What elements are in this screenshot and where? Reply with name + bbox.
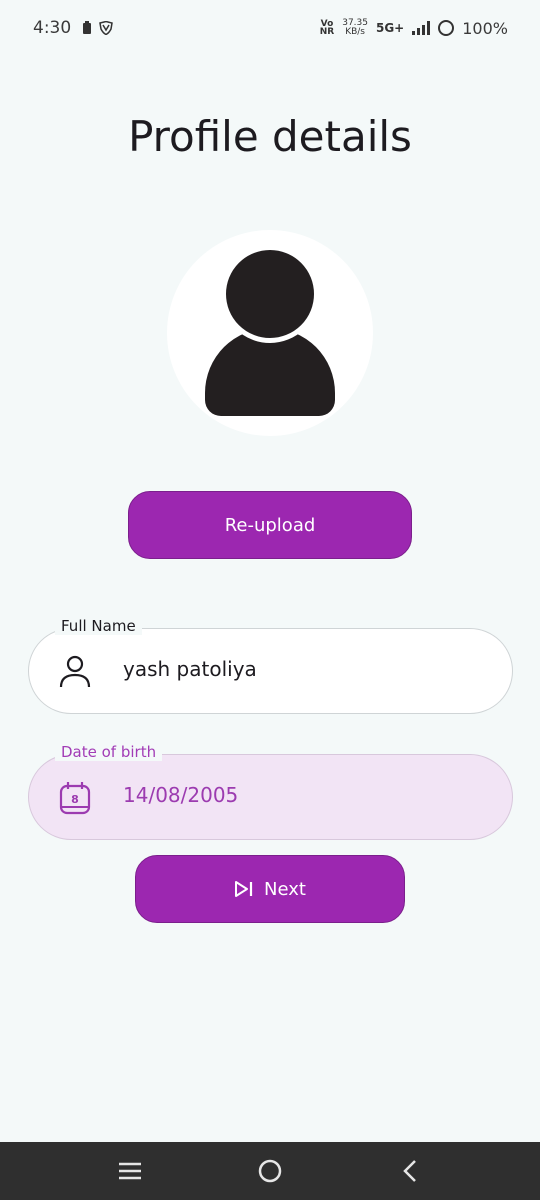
calendar-icon: 8 <box>59 782 91 815</box>
network-speed-unit: KB/s <box>345 27 365 37</box>
network-speed: 37.35 KB/s <box>342 19 368 37</box>
home-icon <box>258 1159 282 1183</box>
status-bar-right: Vo NR 37.35 KB/s 5G+ 100% <box>320 19 508 38</box>
battery-percent: 100% <box>462 18 508 38</box>
next-button[interactable]: Next <box>135 855 405 923</box>
full-name-input[interactable]: yash patoliya <box>123 657 257 681</box>
screen: 4:30 Vo NR 37.35 KB/s 5G+ 100% Profile d… <box>0 0 540 1200</box>
network-type: 5G+ <box>375 21 405 35</box>
status-time: 4:30 <box>33 18 72 38</box>
profile-avatar[interactable] <box>167 230 373 436</box>
vpn-shield-icon <box>99 21 114 35</box>
back-button[interactable] <box>390 1151 430 1191</box>
dob-field[interactable]: Date of birth 8 14/08/2005 <box>28 743 513 840</box>
volte-bottom: NR <box>319 27 335 37</box>
reupload-button-label: Re-upload <box>224 514 316 536</box>
recent-apps-button[interactable] <box>110 1151 150 1191</box>
dob-input[interactable]: 14/08/2005 <box>123 783 238 807</box>
status-bar: 4:30 Vo NR 37.35 KB/s 5G+ 100% <box>0 0 540 56</box>
skip-next-icon <box>235 881 253 897</box>
battery-saver-icon <box>83 20 92 34</box>
recent-apps-icon <box>119 1162 141 1180</box>
next-button-label: Next <box>264 878 306 900</box>
reupload-button[interactable]: Re-upload <box>128 491 412 559</box>
calendar-day: 8 <box>71 793 79 806</box>
status-bar-left: 4:30 <box>33 18 114 38</box>
back-chevron-icon <box>403 1160 416 1182</box>
person-avatar-head <box>221 245 319 343</box>
system-nav-bar <box>0 1142 540 1200</box>
full-name-label: Full Name <box>55 617 142 635</box>
dob-label: Date of birth <box>55 743 163 761</box>
volte-indicator: Vo NR <box>319 20 335 37</box>
page-title: Profile details <box>128 112 412 161</box>
battery-ring-icon <box>438 20 455 36</box>
person-icon <box>59 655 91 688</box>
home-button[interactable] <box>250 1151 290 1191</box>
signal-strength-icon <box>412 21 431 35</box>
full-name-field[interactable]: Full Name yash patoliya <box>28 617 513 714</box>
